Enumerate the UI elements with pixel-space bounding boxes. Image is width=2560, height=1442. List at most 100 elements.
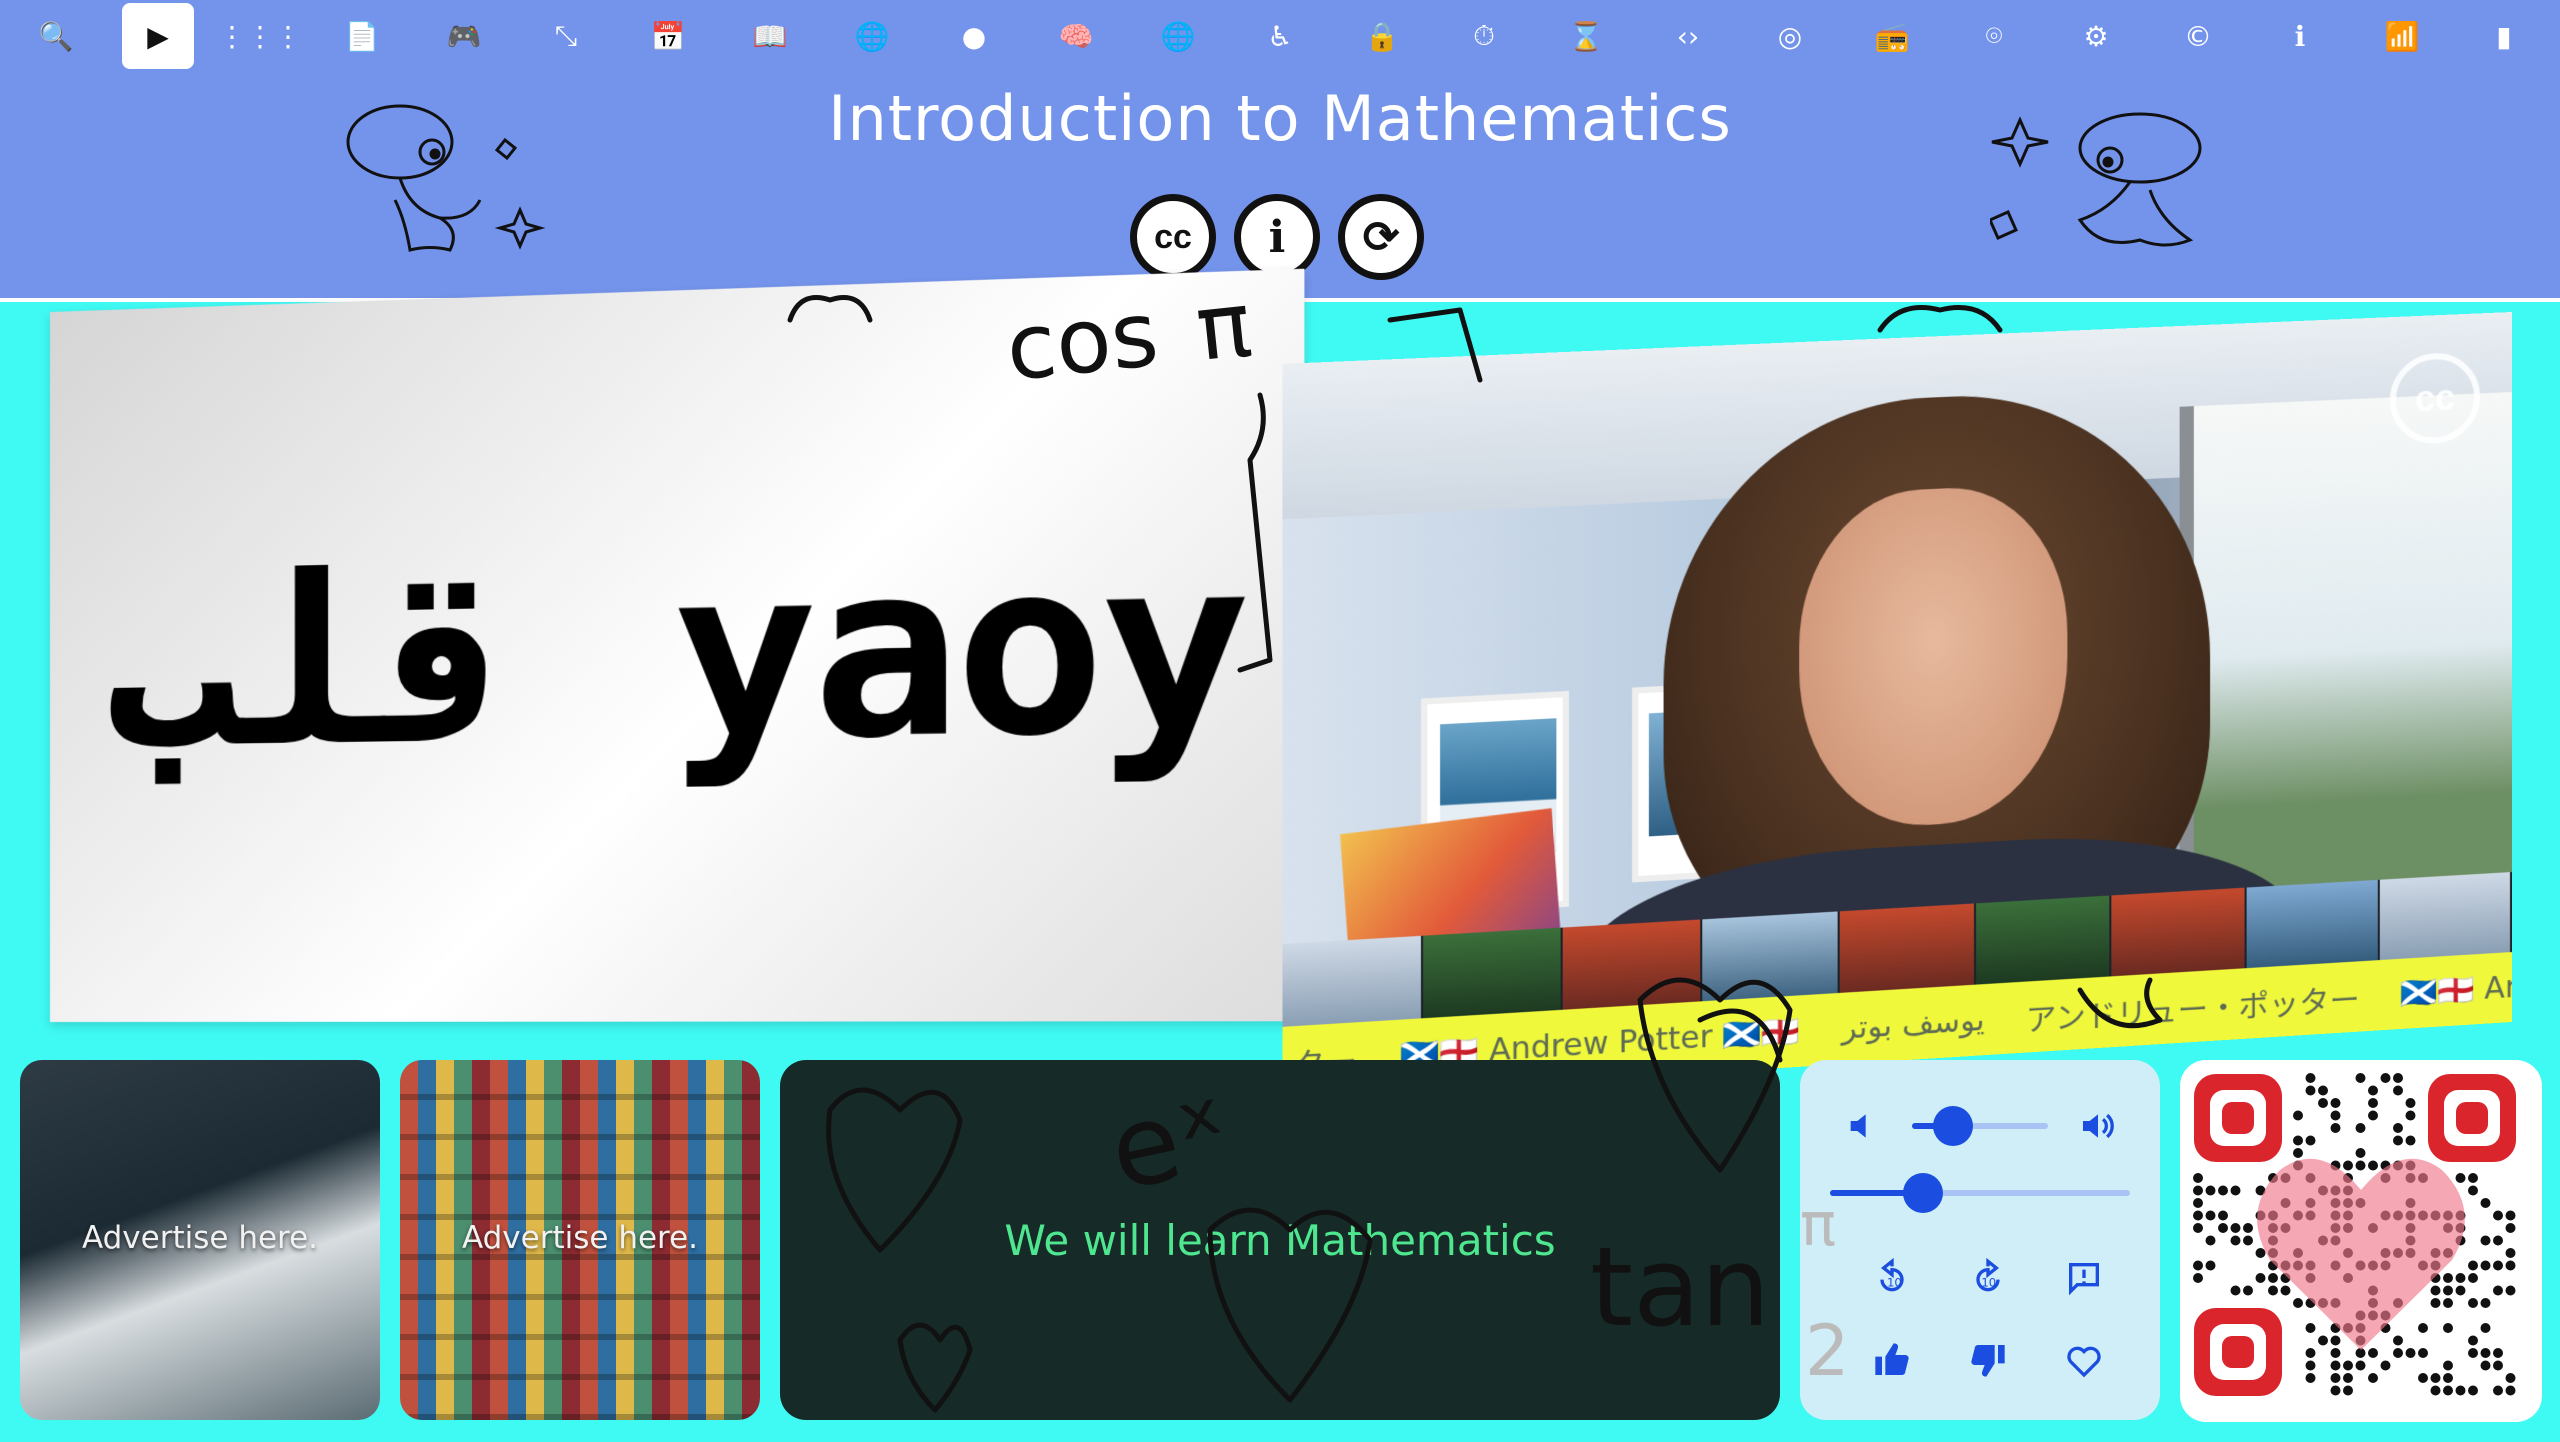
qr-module <box>2356 1148 2366 1158</box>
search-icon[interactable]: 🔍 <box>20 3 92 69</box>
qr-module <box>2406 1136 2416 1146</box>
thumbnail[interactable] <box>1976 895 2112 984</box>
qr-module <box>2468 1386 2478 1396</box>
qr-module <box>2193 1223 2203 1233</box>
qr-module <box>2506 1211 2516 1221</box>
ad-slot[interactable]: Advertise here. <box>400 1060 760 1420</box>
qr-module <box>2306 1373 2316 1383</box>
calendar-icon[interactable]: 📅 <box>632 3 704 69</box>
qr-module <box>2193 1173 2203 1183</box>
hourglass-icon[interactable]: ⌛ <box>1550 3 1622 69</box>
qr-module <box>2393 1073 2403 1083</box>
qr-module <box>2468 1348 2478 1358</box>
qr-module <box>2293 1111 2303 1121</box>
qr-module <box>2456 1286 2466 1296</box>
qr-module <box>2493 1261 2503 1271</box>
mascot-right-drawing <box>1990 100 2220 270</box>
progress-slider[interactable] <box>1830 1190 2130 1196</box>
qr-module <box>2343 1361 2353 1371</box>
qr-module <box>2318 1086 2328 1096</box>
qr-module <box>2256 1273 2266 1283</box>
avatar-icon[interactable]: ● <box>938 3 1010 69</box>
ad-slot[interactable]: Advertise here. <box>20 1060 380 1420</box>
brain-icon[interactable]: 🧠 <box>1040 3 1112 69</box>
mascot-left-drawing <box>340 100 550 270</box>
wifi-icon[interactable]: 📶 <box>2366 3 2438 69</box>
qr-module <box>2506 1248 2516 1258</box>
accessibility-icon[interactable]: ♿ <box>1244 3 1316 69</box>
copyright-icon[interactable]: © <box>2162 3 2234 69</box>
qr-module <box>2493 1211 2503 1221</box>
qr-module <box>2481 1298 2491 1308</box>
ticker-item: アンドリュー・ポッター <box>2026 974 2360 1039</box>
qr-module <box>2343 1161 2353 1171</box>
qr-module <box>2306 1361 2316 1371</box>
thumbnail[interactable] <box>1563 919 1702 1009</box>
qr-module <box>2431 1386 2441 1396</box>
qr-module <box>2468 1273 2478 1283</box>
thumbnail[interactable] <box>1282 936 1423 1027</box>
svg-text:10: 10 <box>1887 1275 1902 1289</box>
info-icon[interactable]: ℹ <box>2264 3 2336 69</box>
target-icon[interactable]: ◎ <box>1754 3 1826 69</box>
language-icon[interactable]: 🌐 <box>1142 3 1214 69</box>
volume-up-icon[interactable] <box>2070 1098 2126 1154</box>
qr-module <box>2468 1298 2478 1308</box>
video-player[interactable]: cc ター 🏴󠁧󠁢󠁳󠁣󠁴󠁿🏴󠁧󠁢󠁥󠁮󠁧󠁿 Andrew Potter 🏴󠁧󠁢󠁳󠁣… <box>1282 312 2512 1099</box>
qr-module <box>2506 1386 2516 1396</box>
volume-slider[interactable] <box>1912 1123 2048 1129</box>
qr-module <box>2368 1348 2378 1358</box>
qr-module <box>2443 1373 2453 1383</box>
qr-module <box>2443 1298 2453 1308</box>
qr-module <box>2468 1186 2478 1196</box>
thumbnail[interactable] <box>1702 911 1840 1001</box>
qr-module <box>2368 1111 2378 1121</box>
document-icon[interactable]: 📄 <box>326 3 398 69</box>
gear-icon[interactable]: ⚙ <box>2060 3 2132 69</box>
qr-module <box>2468 1173 2478 1183</box>
thumbnail[interactable] <box>2246 880 2379 968</box>
forward-10-icon[interactable]: 10 <box>1960 1250 2016 1306</box>
thumbnail[interactable] <box>2112 888 2246 977</box>
rewind-10-icon[interactable]: 10 <box>1864 1250 1920 1306</box>
qr-finder-dot <box>2456 1102 2488 1134</box>
qr-code[interactable] <box>2180 1060 2542 1422</box>
volume-down-icon[interactable] <box>1836 1098 1892 1154</box>
fingerprint-icon[interactable]: ⌾ <box>1958 3 2030 69</box>
thumbs-down-icon[interactable] <box>1960 1332 2016 1388</box>
qr-module <box>2418 1373 2428 1383</box>
battery-icon[interactable]: ▮ <box>2468 3 2540 69</box>
qr-module <box>2243 1223 2253 1233</box>
reader-icon[interactable]: 📖 <box>734 3 806 69</box>
thumbs-up-icon[interactable] <box>1864 1332 1920 1388</box>
play-icon[interactable]: ▶ <box>122 3 194 69</box>
qr-module <box>2493 1286 2503 1296</box>
code-icon[interactable]: ‹› <box>1652 3 1724 69</box>
thumbnail[interactable] <box>2380 872 2512 960</box>
lock-icon[interactable]: 🔒 <box>1346 3 1418 69</box>
qr-module <box>2456 1173 2466 1183</box>
resize-icon[interactable]: ⤡ <box>530 3 602 69</box>
volume-slider-thumb[interactable] <box>1933 1106 1973 1146</box>
heart-icon[interactable] <box>2056 1332 2112 1388</box>
qr-module <box>2331 1123 2341 1133</box>
qr-module <box>2268 1273 2278 1283</box>
qr-module <box>2218 1211 2228 1221</box>
progress-slider-thumb[interactable] <box>1903 1173 1943 1213</box>
qr-code-graphic <box>2180 1060 2542 1422</box>
grid-icon[interactable]: ⋮⋮⋮ <box>224 3 296 69</box>
timer-icon[interactable]: ⏱ <box>1448 3 1520 69</box>
gamepad-icon[interactable]: 🎮 <box>428 3 500 69</box>
qr-module <box>2481 1323 2491 1333</box>
qr-module <box>2368 1098 2378 1108</box>
qr-module <box>2481 1236 2491 1246</box>
cc-badge[interactable]: cc <box>1130 194 1216 280</box>
thumbnail[interactable] <box>1840 903 1977 993</box>
radio-icon[interactable]: 📻 <box>1856 3 1928 69</box>
thumbnail[interactable] <box>1423 928 1563 1019</box>
qr-module <box>2231 1186 2241 1196</box>
attribution-badge[interactable]: i <box>1234 194 1320 280</box>
share-alike-badge[interactable]: ⟳ <box>1338 194 1424 280</box>
report-icon[interactable] <box>2056 1250 2112 1306</box>
globe-icon[interactable]: 🌐 <box>836 3 908 69</box>
